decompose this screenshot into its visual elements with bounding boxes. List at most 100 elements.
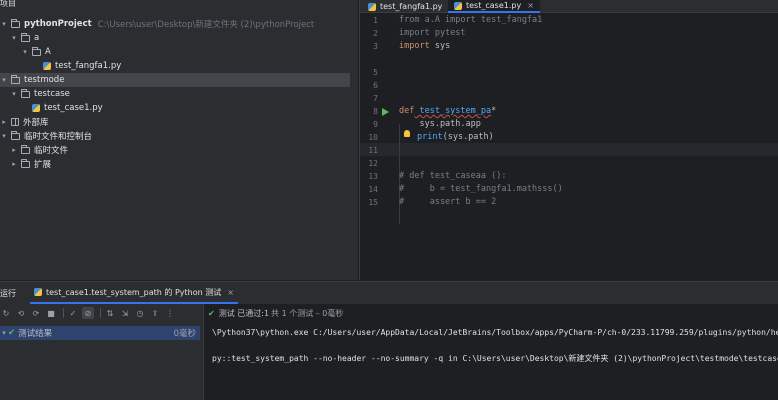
status-prefix: 测试 已通过: [218,309,264,318]
chevron-right-icon[interactable]: ▸ [10,146,18,154]
python-test-icon [34,288,42,296]
console-output[interactable]: ✔ 测试 已通过: 1 共 1 个测试 – 0毫秒 \Python37\pyth… [203,304,778,400]
chevron-down-icon[interactable]: ▾ [21,48,29,56]
tab-label: test_fangfa1.py [380,2,443,11]
folder-icon [32,46,41,56]
check-icon: ✔ [8,328,16,338]
line-number: 2 [373,29,378,38]
library-icon [11,118,19,126]
status-count: 1 [263,309,270,318]
close-icon[interactable]: × [527,1,534,10]
tree-item-label: testcase [34,89,70,99]
chevron-down-icon[interactable]: ▾ [0,76,8,84]
tree-item-testmode[interactable]: ▾ testmode [0,73,350,87]
line-number: 10 [368,133,378,142]
run-tool-window: 运行 test_case1.test_system_path 的 Python … [0,281,778,400]
line-number: 7 [373,94,378,103]
line-number: 12 [368,159,378,168]
export-icon[interactable]: ⇪ [149,307,161,319]
tree-item-label: test_fangfa1.py [55,61,122,71]
python-file-icon [43,62,51,70]
folder-icon [11,18,20,28]
editor[interactable]: test_fangfa1.py test_case1.py × 1 2 3 5 … [359,0,778,280]
code-line-10[interactable]: print(sys.path) [417,132,494,145]
close-icon[interactable]: × [227,288,234,297]
toolbar-separator [100,308,101,318]
tree-item-label: 临时文件 [34,146,69,156]
run-gutter-icon[interactable] [382,108,389,116]
python-file-icon [32,104,40,112]
show-passed-icon[interactable]: ✓ [67,307,79,319]
tree-item-label: a [34,33,40,43]
tree-item-label: 扩展 [34,160,52,170]
tab-test-fangfa1[interactable]: test_fangfa1.py [362,0,448,13]
status-rest: 共 1 个测试 – 0毫秒 [271,309,344,318]
run-header: 运行 test_case1.test_system_path 的 Python … [0,282,778,304]
project-path: C:\Users\user\Desktop\新建文件夹 (2)\pythonPr… [97,20,315,30]
folder-icon [21,88,30,98]
folder-icon [21,144,30,154]
code-token: # b = test_fangfa1.mathsss() [399,184,563,194]
code-token: * [491,106,497,116]
code-line-8[interactable]: def test_system_pa* [399,106,496,119]
code-token: sys.path.app [399,119,481,129]
line-number: 3 [373,42,378,51]
sort-icon[interactable]: ⇅ [104,307,116,319]
stop-icon[interactable]: ■ [45,307,57,319]
test-duration: 0毫秒 [173,329,196,339]
tree-item-A[interactable]: ▾ A [0,45,350,59]
rerun-icon[interactable]: ↻ [0,307,12,319]
chevron-right-icon[interactable]: ▸ [0,118,8,126]
more-icon[interactable]: ⋮ [164,307,176,319]
tree-item-test-fangfa1[interactable]: test_fangfa1.py [0,59,350,73]
project-panel: 项目 ▾ pythonProject C:\Users\user\Desktop… [0,0,358,280]
code-line-9[interactable]: sys.path.app [399,119,481,132]
code-token: # assert b == 2 [399,197,497,207]
tree-item-a[interactable]: ▾ a [0,31,350,45]
tree-item-scratches[interactable]: ▾ 临时文件和控制台 [0,129,350,143]
code-line-13[interactable]: # def test_caseaa (): [399,171,506,184]
run-tab-label: test_case1.test_system_path 的 Python 测试 [46,287,222,297]
toolbar-separator [63,308,64,318]
line-number: 8 [373,107,378,116]
chevron-down-icon[interactable]: ▾ [10,34,18,42]
tree-item-scratch-files[interactable]: ▸ 临时文件 [0,143,350,157]
chevron-down-icon[interactable]: ▾ [10,90,18,98]
test-tree: ▾ ✔ 测试结果 0毫秒 [0,326,200,400]
code-line-14[interactable]: # b = test_fangfa1.mathsss() [399,184,563,197]
code-line-2[interactable]: import pytest [399,28,466,41]
line-number: 15 [368,198,378,207]
chevron-right-icon[interactable]: ▸ [10,160,18,168]
chevron-down-icon[interactable]: ▾ [0,20,8,28]
tree-item-pythonproject[interactable]: ▾ pythonProject C:\Users\user\Desktop\新建… [0,17,350,31]
folder-icon [21,158,30,168]
tree-item-test-case1[interactable]: test_case1.py [0,101,350,115]
rerun-failed-icon[interactable]: ⟲ [15,307,27,319]
chevron-down-icon[interactable]: ▾ [0,329,8,337]
history-icon[interactable]: ◷ [134,307,146,319]
code-token: pytest [429,28,466,38]
tree-item-label: 临时文件和控制台 [24,132,93,142]
chevron-down-icon[interactable]: ▾ [0,132,8,140]
show-ignored-icon[interactable]: ⊘ [82,307,94,319]
expand-all-icon[interactable]: ⇲ [119,307,131,319]
tab-test-case1[interactable]: test_case1.py × [448,0,540,13]
tree-item-label: pythonProject [24,19,92,29]
tree-item-extensions[interactable]: ▸ 扩展 [0,157,350,171]
code-line-1[interactable]: from a.A import test_fangfa1 [399,15,542,28]
line-number: 1 [373,16,378,25]
scratches-icon [11,130,20,140]
editor-tabs: test_fangfa1.py test_case1.py × [360,0,778,13]
tree-item-label: test_case1.py [44,103,103,113]
code-line-3[interactable]: import sys [399,41,450,54]
console-line: py::test_system_path --no-header --no-su… [212,354,778,363]
line-number: 9 [373,120,378,129]
tree-item-testcase[interactable]: ▾ testcase [0,87,350,101]
code-line-15[interactable]: # assert b == 2 [399,197,496,210]
tree-item-external-libraries[interactable]: ▸ 外部库 [0,115,350,129]
test-tree-root[interactable]: ▾ ✔ 测试结果 0毫秒 [0,326,200,340]
run-tab[interactable]: test_case1.test_system_path 的 Python 测试 … [30,282,238,304]
line-number: 5 [373,68,378,77]
project-panel-title: 项目 [0,0,16,8]
toggle-auto-test-icon[interactable]: ⟳ [30,307,42,319]
